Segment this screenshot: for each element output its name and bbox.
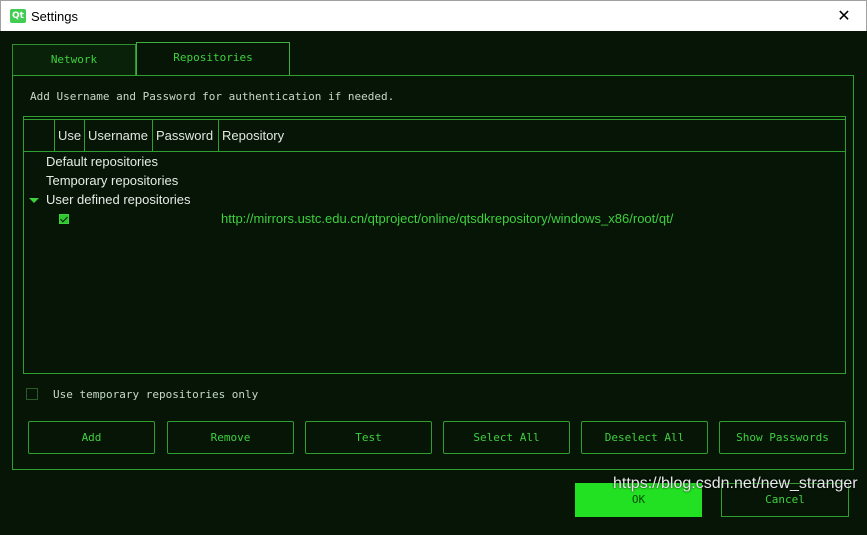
tab-network[interactable]: Network xyxy=(12,44,136,76)
repositories-panel: Add Username and Password for authentica… xyxy=(12,75,854,470)
select-all-button[interactable]: Select All xyxy=(443,421,570,454)
show-passwords-button[interactable]: Show Passwords xyxy=(719,421,846,454)
watermark: https://blog.csdn.net/new_stranger xyxy=(613,475,858,492)
test-button[interactable]: Test xyxy=(305,421,432,454)
auth-hint: Add Username and Password for authentica… xyxy=(30,90,395,103)
temp-only-label[interactable]: Use temporary repositories only xyxy=(53,388,258,401)
tree-header: Use Username Password Repository xyxy=(24,117,845,152)
tab-repositories[interactable]: Repositories xyxy=(136,42,290,77)
column-header-repository[interactable]: Repository xyxy=(219,120,845,152)
column-header-use[interactable]: Use xyxy=(55,120,85,152)
add-button[interactable]: Add xyxy=(28,421,155,454)
tab-bar: Network Repositories xyxy=(12,42,852,77)
column-header-username[interactable]: Username xyxy=(85,120,153,152)
repository-use-checkbox[interactable] xyxy=(59,214,69,224)
temp-only-checkbox[interactable] xyxy=(26,388,38,400)
close-icon[interactable]: ✕ xyxy=(832,5,856,27)
repository-url[interactable]: http://mirrors.ustc.edu.cn/qtproject/onl… xyxy=(221,211,673,226)
column-header-password[interactable]: Password xyxy=(153,120,219,152)
deselect-all-button[interactable]: Deselect All xyxy=(581,421,708,454)
tree-item-temporary-repositories[interactable]: Temporary repositories xyxy=(46,173,178,188)
column-header-expander[interactable] xyxy=(24,120,55,152)
remove-button[interactable]: Remove xyxy=(167,421,294,454)
title-bar: Qt Settings ✕ xyxy=(0,0,867,31)
tree-item-default-repositories[interactable]: Default repositories xyxy=(46,154,158,169)
tree-item-user-defined-repositories[interactable]: User defined repositories xyxy=(46,192,191,207)
qt-logo-icon: Qt xyxy=(10,9,26,23)
repository-tree[interactable]: Use Username Password Repository Default… xyxy=(23,116,846,374)
window-title: Settings xyxy=(31,9,78,24)
dialog-body: Network Repositories Add Username and Pa… xyxy=(0,31,867,535)
triangle-down-icon[interactable] xyxy=(29,198,39,203)
